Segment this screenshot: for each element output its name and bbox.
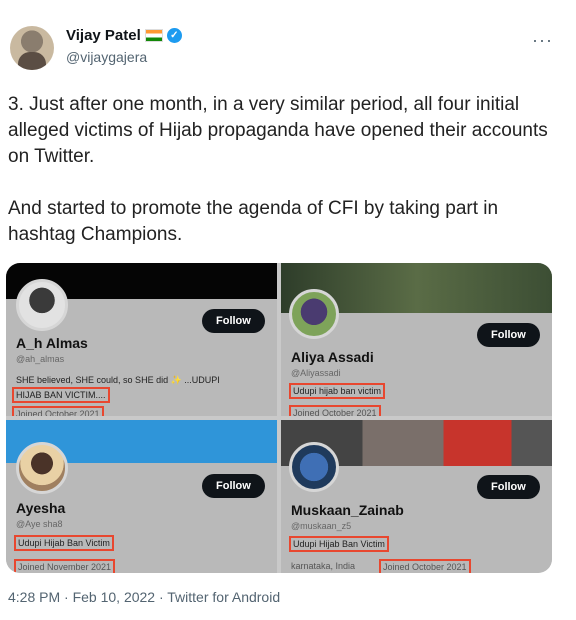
profile-location: karnataka, India: [291, 561, 356, 571]
profile-joined: Joined October 2021: [379, 559, 471, 573]
tweet-media-grid[interactable]: Follow A_h Almas @ah_almas SHE believed,…: [6, 263, 552, 573]
follow-button[interactable]: Follow: [202, 474, 265, 498]
tweet-paragraph-1: 3. Just after one month, in a very simil…: [8, 94, 548, 167]
follow-button[interactable]: Follow: [477, 323, 540, 347]
author-handle[interactable]: @vijaygajera: [66, 49, 147, 65]
tweet-text: 3. Just after one month, in a very simil…: [8, 92, 558, 274]
profile-avatar: [16, 279, 68, 331]
profile-bio-highlight: Udupi Hijab Ban Victim: [289, 536, 389, 552]
profile-bio-highlight: Udupi Hijab Ban Victim: [14, 535, 114, 551]
follow-button[interactable]: Follow: [477, 475, 540, 499]
profile-bio-highlight: Udupi hijab ban victim: [289, 383, 386, 399]
profile-joined: Joined October 2021: [12, 406, 104, 416]
profile-avatar: [289, 289, 339, 339]
profile-handle: @muskaan_z5: [291, 521, 352, 531]
profile-handle: @ah_almas: [16, 354, 65, 364]
india-flag-icon: [144, 29, 163, 42]
profile-avatar: [16, 442, 68, 494]
profile-handle: @Aye sha8: [16, 519, 63, 529]
profile-name: Muskaan_Zainab: [291, 502, 404, 518]
profile-joined: Joined November 2021: [14, 559, 116, 573]
tweet-paragraph-2: And started to promote the agenda of CFI…: [8, 198, 499, 245]
author-name-row[interactable]: Vijay Patel ✓: [66, 27, 182, 44]
profile-name: Aliya Assadi: [291, 349, 374, 365]
profile-joined: Joined October 2021: [289, 405, 381, 416]
profile-handle: @Aliyassadi: [291, 368, 341, 378]
author-name[interactable]: Vijay Patel: [66, 27, 141, 44]
author-avatar[interactable]: [10, 26, 54, 70]
profile-card-almas[interactable]: Follow A_h Almas @ah_almas SHE believed,…: [6, 263, 277, 416]
profile-avatar: [289, 442, 339, 492]
tweet-timestamp[interactable]: 4:28 PM · Feb 10, 2022 · Twitter for And…: [8, 589, 280, 605]
profile-card-ayesha[interactable]: Follow Ayesha @Aye sha8 Udupi Hijab Ban …: [6, 420, 277, 573]
profile-name: Ayesha: [16, 500, 66, 516]
profile-card-muskaan[interactable]: Follow Muskaan_Zainab @muskaan_z5 Udupi …: [281, 420, 552, 573]
profile-bio: SHE believed, SHE could, so SHE did ✨ ..…: [16, 375, 220, 385]
profile-card-aliya[interactable]: Follow Aliya Assadi @Aliyassadi Udupi hi…: [281, 263, 552, 416]
verified-badge-icon: ✓: [166, 28, 182, 43]
more-options-icon[interactable]: ···: [532, 30, 553, 51]
follow-button[interactable]: Follow: [202, 309, 265, 333]
profile-bio-highlight: HIJAB BAN VICTIM....: [12, 387, 110, 403]
profile-name: A_h Almas: [16, 335, 88, 351]
